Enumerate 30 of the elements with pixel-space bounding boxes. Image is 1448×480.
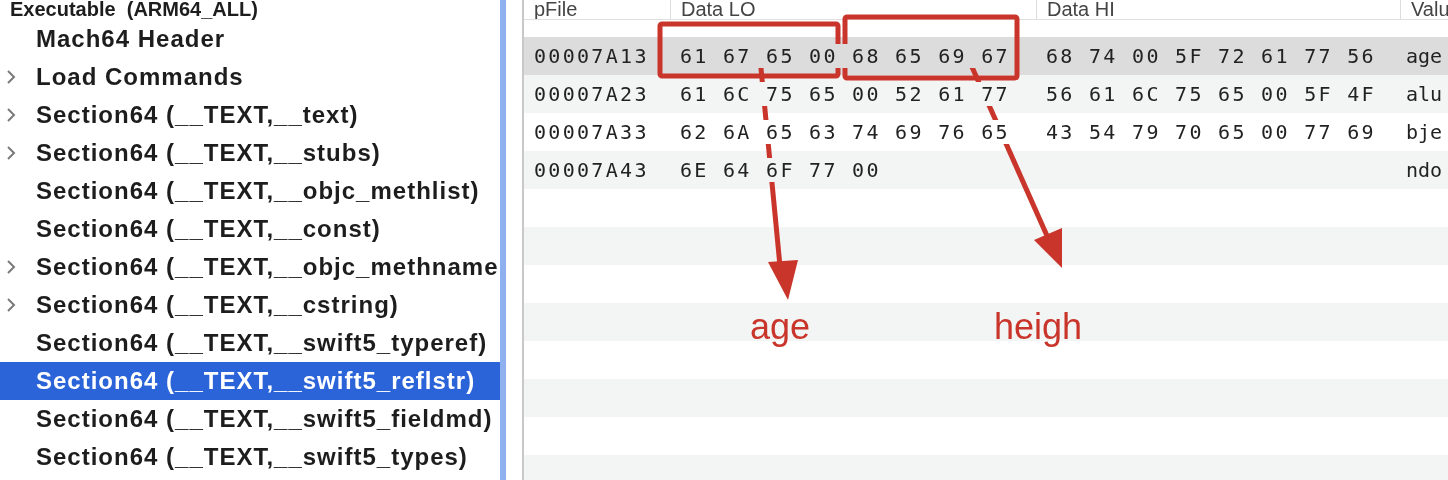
annotation-label: heigh — [994, 305, 1083, 349]
tree-item[interactable]: Section64 (__TEXT,__objc_methlist) — [0, 172, 500, 210]
tree-item[interactable]: Section64 (__TEXT,__stubs) — [0, 134, 500, 172]
tree-item[interactable]: Section64 (__TEXT,__objc_methname — [0, 248, 500, 286]
table-cell: 62 6A 65 63 74 69 76 65 — [680, 120, 1010, 144]
column-header[interactable]: Data HI — [1036, 0, 1400, 19]
tree-item[interactable]: Section64 (__TEXT,__const) — [0, 210, 500, 248]
chevron-icon[interactable] — [6, 259, 16, 275]
tree-item[interactable]: Section64 (__TEXT,__text) — [0, 96, 500, 134]
table-cell: 61 67 65 00 68 65 69 67 — [680, 44, 1010, 68]
annotation-label: age — [750, 305, 811, 349]
column-header[interactable]: Valu — [1400, 0, 1448, 19]
chevron-icon[interactable] — [6, 107, 16, 123]
chevron-icon[interactable] — [6, 145, 16, 161]
hex-row[interactable]: 00007A43 6E 64 6F 77 00 ndo — [524, 151, 1448, 189]
table-cell: 61 6C 75 65 00 52 61 77 — [680, 82, 1010, 106]
tree-item[interactable]: Section64 (__TEXT,__cstring) — [0, 286, 500, 324]
tree-root-label[interactable]: Executable (ARM64_ALL) — [10, 0, 258, 20]
table-cell: 6E 64 6F 77 00 — [680, 158, 881, 182]
tree-item[interactable]: Section64 (__TEXT,__swift5_reflstr) — [0, 362, 500, 400]
tree-item[interactable]: Section64 (__TEXT,__swift5_types) — [0, 438, 500, 476]
chevron-icon[interactable] — [6, 297, 16, 313]
tree-item[interactable]: Section64 (__TEXT,__swift5_fieldmd) — [0, 400, 500, 438]
chevron-icon[interactable] — [6, 69, 16, 85]
hex-row[interactable]: 00007A13 61 67 65 00 68 65 69 67 68 74 00 5F 72 61 77 56 age — [524, 37, 1448, 75]
tree-item[interactable]: Section64 (__TEXT,__swift5_typeref) — [0, 324, 500, 362]
tree-item[interactable]: Mach64 Header — [0, 20, 500, 58]
hex-row[interactable]: 00007A23 61 6C 75 65 00 52 61 77 56 61 6C 75 65 00 5F 4F alu — [524, 75, 1448, 113]
tree-item[interactable]: Load Commands — [0, 58, 500, 96]
column-header[interactable]: Data LO — [670, 0, 1036, 19]
